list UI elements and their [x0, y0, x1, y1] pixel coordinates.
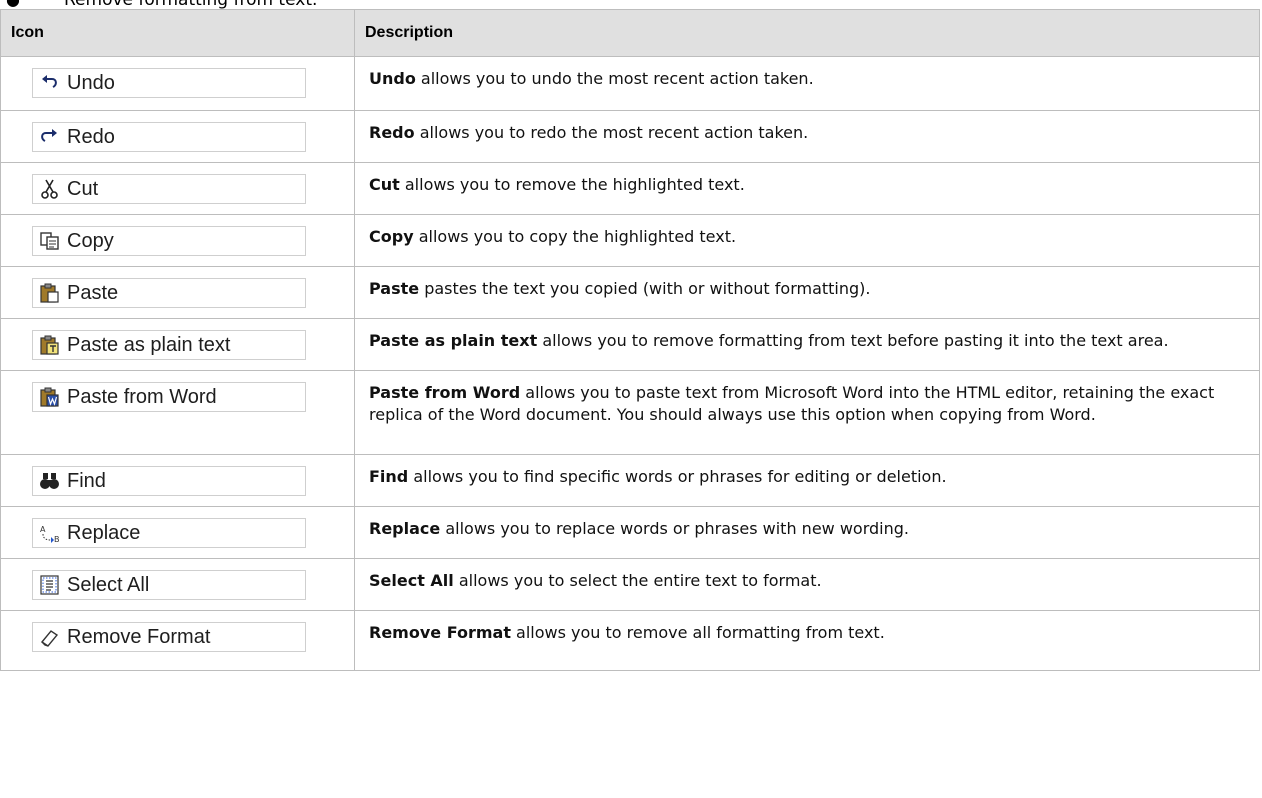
table-row: Remove Format Remove Format allows you t… — [0, 610, 1260, 671]
button-label: Paste from Word — [67, 385, 217, 408]
description-text: allows you to remove formatting from tex… — [537, 331, 1169, 350]
description-cell: Paste as plain text allows you to remove… — [354, 318, 1260, 371]
replace-icon: AB — [39, 523, 61, 543]
paste-plain-text-icon — [39, 335, 61, 355]
copy-button[interactable]: Copy — [32, 226, 306, 256]
term: Redo — [369, 123, 415, 142]
button-label: Find — [67, 469, 106, 492]
term: Find — [369, 467, 409, 486]
table-row: Paste from Word Paste from Word allows y… — [0, 370, 1260, 455]
term: Undo — [369, 69, 416, 88]
term: Select All — [369, 571, 454, 590]
table-row: Cut Cut allows you to remove the highlig… — [0, 162, 1260, 215]
description-cell: Replace allows you to replace words or p… — [354, 506, 1260, 559]
term: Copy — [369, 227, 414, 246]
button-label: Undo — [67, 71, 115, 94]
description-cell: Cut allows you to remove the highlighted… — [354, 162, 1260, 215]
description-text: allows you to redo the most recent actio… — [414, 123, 809, 142]
clipboard-icon — [39, 283, 61, 303]
find-button[interactable]: Find — [32, 466, 306, 496]
description-text: allows you to undo the most recent actio… — [415, 69, 814, 88]
redo-button[interactable]: Redo — [32, 122, 306, 152]
table-header-row: Icon Description — [0, 9, 1260, 57]
description-text: allows you to find specific words or phr… — [408, 467, 947, 486]
toolbar-reference-table: Icon Description Undo Undo allows you to… — [0, 9, 1260, 671]
select-all-icon — [39, 575, 61, 595]
term: Paste — [369, 279, 420, 298]
paste-button[interactable]: Paste — [32, 278, 306, 308]
table-row: Undo Undo allows you to undo the most re… — [0, 56, 1260, 111]
button-label: Paste — [67, 281, 119, 304]
button-label: Paste as plain text — [67, 333, 231, 356]
description-cell: Remove Format allows you to remove all f… — [354, 610, 1260, 671]
icon-cell: Cut — [0, 162, 355, 215]
eraser-icon — [39, 627, 61, 647]
button-label: Select All — [67, 573, 150, 596]
select-all-button[interactable]: Select All — [32, 570, 306, 600]
button-label: Cut — [67, 177, 99, 200]
icon-cell: Paste — [0, 266, 355, 319]
icon-cell: Undo — [0, 56, 355, 111]
description-cell: Copy allows you to copy the highlighted … — [354, 214, 1260, 267]
icon-cell: Redo — [0, 110, 355, 163]
description-text: allows you to select the entire text to … — [453, 571, 822, 590]
table-row: Paste Paste pastes the text you copied (… — [0, 266, 1260, 319]
icon-cell: Find — [0, 454, 355, 507]
button-label: Copy — [67, 229, 114, 252]
svg-text:B: B — [54, 535, 60, 543]
header-icon: Icon — [0, 9, 355, 57]
redo-icon — [39, 127, 61, 147]
undo-button[interactable]: Undo — [32, 68, 306, 98]
table-row: AB Replace Replace allows you to replace… — [0, 506, 1260, 559]
paste-as-plain-text-button[interactable]: Paste as plain text — [32, 330, 306, 360]
remove-format-button[interactable]: Remove Format — [32, 622, 306, 652]
term: Paste from Word — [369, 383, 521, 402]
description-text: allows you to copy the highlighted text. — [413, 227, 737, 246]
table-row: Copy Copy allows you to copy the highlig… — [0, 214, 1260, 267]
table-row: Redo Redo allows you to redo the most re… — [0, 110, 1260, 163]
description-text: allows you to remove the highlighted tex… — [399, 175, 745, 194]
description-text: pastes the text you copied (with or with… — [419, 279, 871, 298]
svg-text:A: A — [40, 525, 46, 534]
description-cell: Paste from Word allows you to paste text… — [354, 370, 1260, 455]
replace-button[interactable]: AB Replace — [32, 518, 306, 548]
button-label: Remove Format — [67, 625, 211, 648]
button-label: Replace — [67, 521, 141, 544]
icon-cell: Select All — [0, 558, 355, 611]
undo-icon — [39, 73, 61, 93]
icon-cell: Paste from Word — [0, 370, 355, 455]
copy-icon — [39, 231, 61, 251]
header-description: Description — [354, 9, 1260, 57]
intro-bullet: ●Remove formatting from text. — [6, 0, 317, 9]
term: Replace — [369, 519, 441, 538]
term: Remove Format — [369, 623, 511, 642]
description-cell: Redo allows you to redo the most recent … — [354, 110, 1260, 163]
description-cell: Select All allows you to select the enti… — [354, 558, 1260, 611]
icon-cell: AB Replace — [0, 506, 355, 559]
description-text: allows you to remove all formatting from… — [510, 623, 885, 642]
table-row: Find Find allows you to find specific wo… — [0, 454, 1260, 507]
bullet-dot: ● — [6, 0, 64, 9]
description-cell: Paste pastes the text you copied (with o… — [354, 266, 1260, 319]
binoculars-icon — [39, 471, 61, 491]
button-label: Redo — [67, 125, 115, 148]
cut-button[interactable]: Cut — [32, 174, 306, 204]
table-row: Select All Select All allows you to sele… — [0, 558, 1260, 611]
paste-from-word-button[interactable]: Paste from Word — [32, 382, 306, 412]
term: Cut — [369, 175, 400, 194]
table-row: Paste as plain text Paste as plain text … — [0, 318, 1260, 371]
description-cell: Find allows you to find specific words o… — [354, 454, 1260, 507]
icon-cell: Copy — [0, 214, 355, 267]
description-cell: Undo allows you to undo the most recent … — [354, 56, 1260, 111]
description-text: allows you to replace words or phrases w… — [440, 519, 909, 538]
icon-cell: Paste as plain text — [0, 318, 355, 371]
icon-cell: Remove Format — [0, 610, 355, 671]
term: Paste as plain text — [369, 331, 538, 350]
paste-from-word-icon — [39, 387, 61, 407]
scissors-icon — [39, 179, 61, 199]
